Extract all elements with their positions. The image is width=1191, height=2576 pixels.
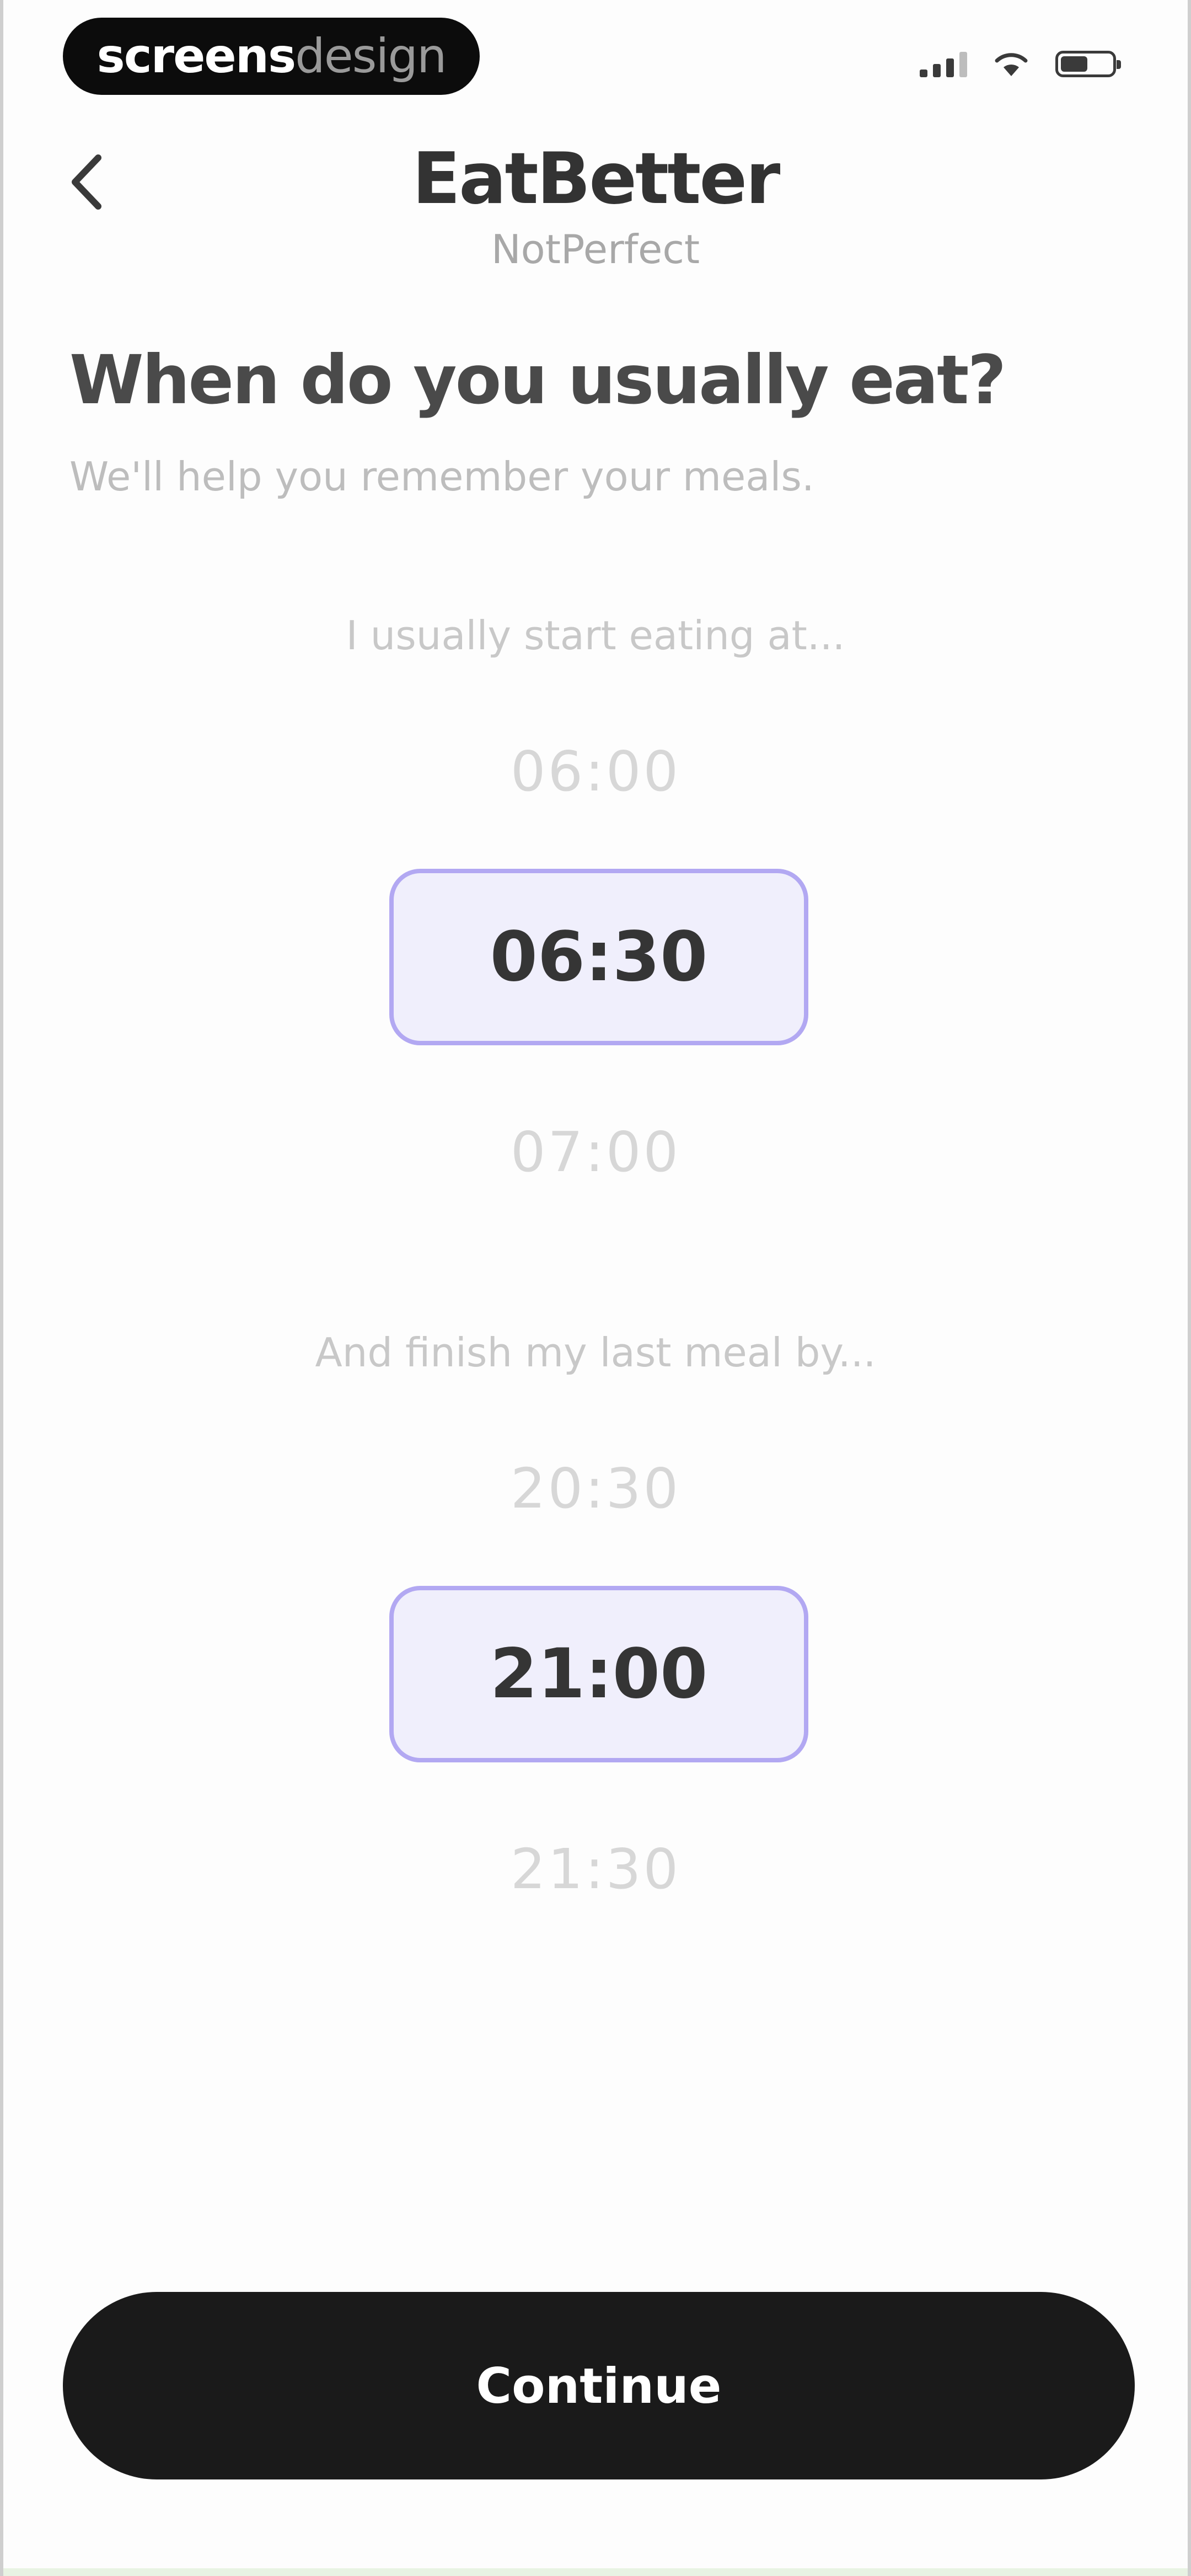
start-picker-selected[interactable]: 06:30: [389, 869, 808, 1045]
start-picker-label: I usually start eating at...: [346, 612, 845, 659]
end-picker-label: And finish my last meal by...: [315, 1329, 876, 1376]
brand-watermark: screens design: [63, 18, 480, 95]
bottom-edge: [3, 2568, 1188, 2576]
start-picker-option-below[interactable]: 07:00: [3, 1120, 1188, 1184]
app-title: EatBetter: [412, 138, 781, 220]
helper-text: We'll help you remember your meals.: [69, 453, 814, 500]
signal-icon: [920, 52, 967, 77]
start-picker-option-above[interactable]: 06:00: [3, 739, 1188, 804]
phone-screen: screens design EatBetter NotPerfect When …: [0, 0, 1191, 2576]
end-picker-option-below[interactable]: 21:30: [3, 1837, 1188, 1901]
brand-light-text: design: [295, 29, 447, 84]
continue-button-label: Continue: [476, 2357, 722, 2414]
battery-icon: [1055, 51, 1121, 77]
end-picker-selected[interactable]: 21:00: [389, 1586, 808, 1762]
status-icons: [920, 51, 1121, 77]
app-subtitle: NotPerfect: [491, 226, 700, 272]
brand-bold-text: screens: [96, 29, 297, 84]
wifi-icon: [995, 53, 1028, 76]
page-question: When do you usually eat?: [69, 341, 1006, 419]
continue-button[interactable]: Continue: [63, 2292, 1135, 2479]
end-picker-option-above[interactable]: 20:30: [3, 1456, 1188, 1521]
